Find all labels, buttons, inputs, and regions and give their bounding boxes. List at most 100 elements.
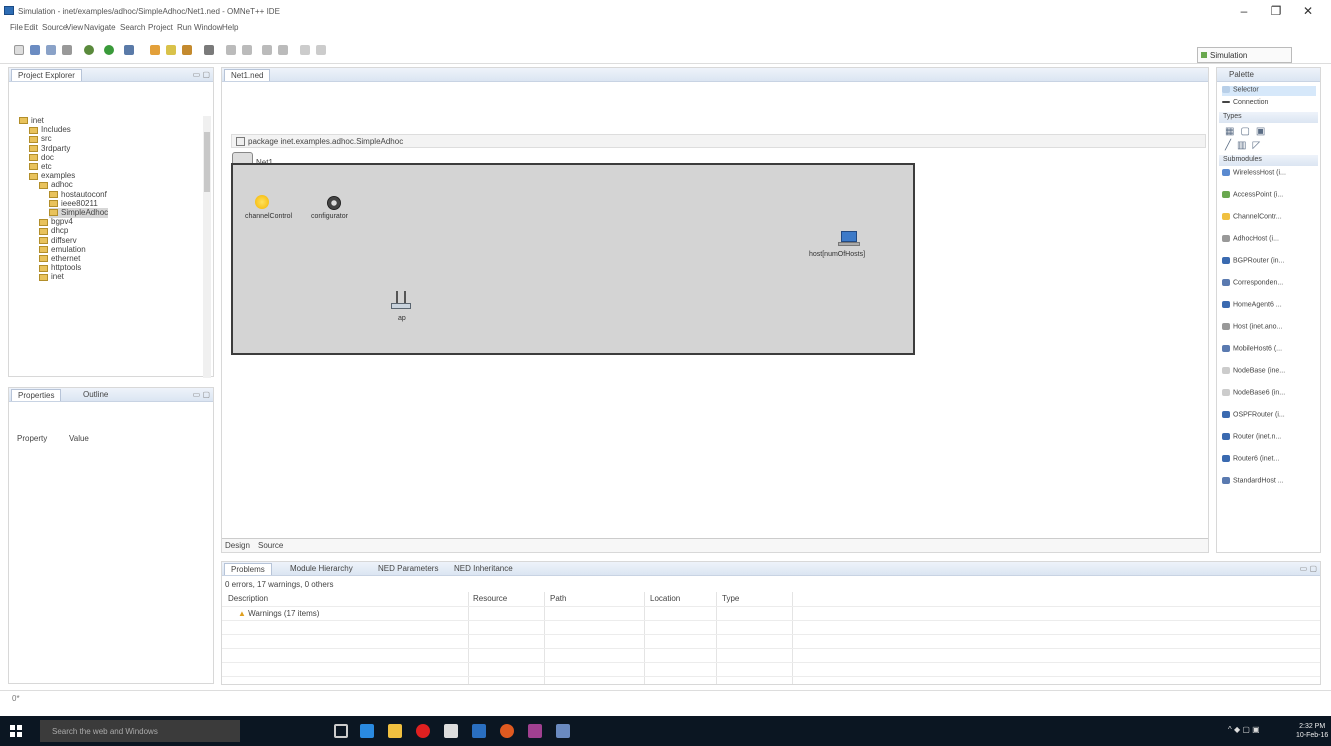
windows-start-icon[interactable]	[10, 725, 22, 737]
new-icon[interactable]	[14, 45, 24, 55]
configurator-icon[interactable]	[327, 196, 341, 210]
debug-icon[interactable]	[84, 45, 94, 55]
print-icon[interactable]	[62, 45, 72, 55]
menu-project[interactable]: Project	[148, 23, 173, 32]
menu-source[interactable]: Source	[42, 23, 67, 32]
tab-module-hierarchy[interactable]: Module Hierarchy	[284, 563, 359, 575]
types-icon-row-2[interactable]: ╱▥◸	[1225, 140, 1266, 151]
prev-annotation-icon[interactable]	[242, 45, 252, 55]
types-icon-row[interactable]: ▦▢▣	[1225, 126, 1271, 137]
menu-edit[interactable]: Edit	[24, 23, 38, 32]
col-description[interactable]: Description	[228, 594, 268, 603]
tab-source[interactable]: Source	[258, 541, 283, 550]
pin-icon[interactable]	[300, 45, 310, 55]
col-type[interactable]: Type	[722, 594, 739, 603]
scrollbar-thumb[interactable]	[204, 132, 210, 192]
table-row[interactable]: ▲ Warnings (17 items)	[238, 609, 319, 618]
opera-icon[interactable]	[416, 724, 430, 738]
network-canvas[interactable]: channelControl configurator host[numOfHo…	[231, 163, 915, 355]
tab-ned-parameters[interactable]: NED Parameters	[372, 563, 444, 575]
layout-icon[interactable]	[316, 45, 326, 55]
run-icon[interactable]	[104, 45, 114, 55]
palette-submodule-item[interactable]: WirelessHost (i...	[1222, 169, 1286, 179]
menu-navigate[interactable]: Navigate	[84, 23, 116, 32]
palette-submodule-item[interactable]: StandardHost ...	[1222, 477, 1284, 487]
submodule-label: WirelessHost (i...	[1233, 169, 1286, 177]
palette-submodule-item[interactable]: Router (inet.n...	[1222, 433, 1281, 443]
menu-run[interactable]: Run	[177, 23, 192, 32]
col-path[interactable]: Path	[550, 594, 566, 603]
palette-submodule-item[interactable]: BGPRouter (in...	[1222, 257, 1284, 267]
tree-item[interactable]: inet	[39, 272, 64, 282]
menu-file[interactable]: File	[10, 23, 23, 32]
save-all-icon[interactable]	[46, 45, 56, 55]
new-package-icon[interactable]	[150, 45, 160, 55]
menu-view[interactable]: View	[66, 23, 83, 32]
channel-control-icon[interactable]	[255, 195, 269, 209]
package-declaration[interactable]: package inet.examples.adhoc.SimpleAdhoc	[231, 134, 1206, 148]
search-icon[interactable]	[204, 45, 214, 55]
palette-submodule-item[interactable]: AccessPoint (i...	[1222, 191, 1283, 201]
menu-help[interactable]: Help	[222, 23, 238, 32]
forward-icon[interactable]	[278, 45, 288, 55]
col-resource[interactable]: Resource	[473, 594, 507, 603]
app-icon-blue[interactable]	[472, 724, 486, 738]
maximize-button[interactable]: ❐	[1266, 4, 1286, 18]
next-annotation-icon[interactable]	[226, 45, 236, 55]
close-button[interactable]: ✕	[1298, 4, 1318, 18]
new-class-icon[interactable]	[166, 45, 176, 55]
back-icon[interactable]	[262, 45, 272, 55]
store-icon[interactable]	[444, 724, 458, 738]
palette-submodule-item[interactable]: OSPFRouter (i...	[1222, 411, 1285, 421]
tray-icons[interactable]: ^ ◆ ▢ ▣	[1228, 725, 1260, 734]
omnet-taskbar-icon[interactable]	[556, 724, 570, 738]
palette-submodule-item[interactable]: MobileHost6 (...	[1222, 345, 1282, 355]
taskbar-clock[interactable]: 2:32 PM 10-Feb-16	[1296, 722, 1328, 740]
palette-submodule-item[interactable]: Host (inet.ano...	[1222, 323, 1282, 333]
clock-date: 10-Feb-16	[1296, 732, 1329, 739]
tab-properties[interactable]: Properties	[11, 389, 62, 401]
palette-connection-tool[interactable]: Connection	[1222, 99, 1268, 109]
tree-item-label: emulation	[51, 244, 86, 254]
minimize-button[interactable]: –	[1234, 4, 1254, 18]
palette-submodule-item[interactable]: HomeAgent6 ...	[1222, 301, 1282, 311]
access-point-icon[interactable]	[391, 291, 411, 311]
palette-selector-tool[interactable]: Selector	[1222, 86, 1316, 96]
palette-submodule-item[interactable]: NodeBase (ine...	[1222, 367, 1285, 377]
save-icon[interactable]	[30, 45, 40, 55]
palette-section-submodules[interactable]: Submodules	[1219, 155, 1318, 166]
submodule-label: ChannelContr...	[1233, 213, 1282, 221]
open-type-icon[interactable]	[182, 45, 192, 55]
tab-outline[interactable]: Outline	[77, 389, 114, 401]
col-location[interactable]: Location	[650, 594, 680, 603]
perspective-simulation-button[interactable]: Simulation	[1197, 47, 1292, 63]
tab-project-explorer[interactable]: Project Explorer	[11, 69, 82, 81]
menu-window[interactable]: Window	[194, 23, 222, 32]
folder-icon	[29, 154, 38, 162]
menu-search[interactable]: Search	[120, 23, 145, 32]
palette-section-types[interactable]: Types	[1219, 112, 1318, 123]
palette-submodule-item[interactable]: NodeBase6 (in...	[1222, 389, 1285, 399]
palette-submodule-item[interactable]: ChannelContr...	[1222, 213, 1282, 223]
explorer-scrollbar[interactable]	[203, 116, 211, 378]
tab-problems[interactable]: Problems	[224, 563, 272, 575]
palette-submodule-item[interactable]: AdhocHost (i...	[1222, 235, 1279, 245]
profile-icon[interactable]	[124, 45, 134, 55]
palette-submodule-item[interactable]: Router6 (inet...	[1222, 455, 1279, 465]
minimize-maximize-icon[interactable]: ▭ ▢	[193, 390, 210, 399]
tab-ned-inheritance[interactable]: NED Inheritance	[448, 563, 519, 575]
edge-browser-icon[interactable]	[360, 724, 374, 738]
app-icon-purple[interactable]	[528, 724, 542, 738]
host-laptop-icon[interactable]	[838, 231, 860, 247]
minimize-maximize-icon[interactable]: ▭ ▢	[1300, 564, 1317, 573]
tab-net1-ned[interactable]: Net1.ned	[224, 69, 271, 81]
taskbar-search-box[interactable]: Search the web and Windows	[40, 720, 240, 742]
submodules-label: Submodules	[1223, 156, 1262, 163]
palette-submodule-item[interactable]: Corresponden...	[1222, 279, 1283, 289]
file-explorer-icon[interactable]	[388, 724, 402, 738]
minimize-maximize-icon[interactable]: ▭ ▢	[193, 70, 210, 79]
folder-icon	[49, 200, 58, 208]
tab-design[interactable]: Design	[225, 541, 250, 550]
task-view-icon[interactable]	[334, 724, 348, 738]
app-icon-orange[interactable]	[500, 724, 514, 738]
